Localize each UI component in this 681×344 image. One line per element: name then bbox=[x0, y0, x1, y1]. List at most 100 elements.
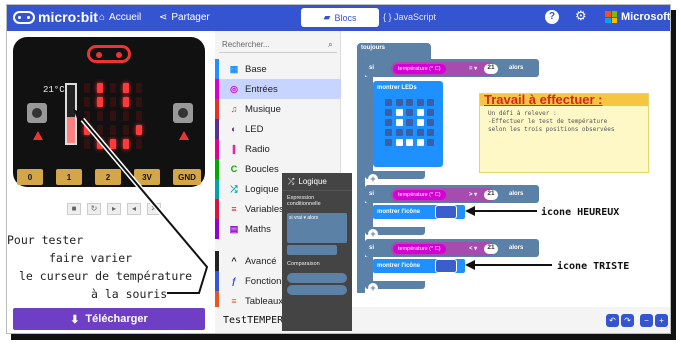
signal-icon: ∥ bbox=[231, 144, 237, 154]
target-icon: ◎ bbox=[230, 84, 238, 94]
comment-line-1: Un défi à relever : bbox=[488, 110, 557, 117]
braces-icon: { } bbox=[383, 12, 392, 22]
search-input[interactable]: Rechercher... ⌕ bbox=[219, 37, 337, 53]
download-icon: ⬇ bbox=[70, 313, 80, 326]
value-21[interactable]: 21 bbox=[484, 190, 498, 200]
category-3[interactable]: ◐ LED bbox=[215, 119, 341, 139]
account-label: Microsoft bbox=[621, 11, 671, 23]
pin-1[interactable]: 1 bbox=[56, 169, 82, 185]
category-label: Radio bbox=[245, 143, 270, 155]
edge-pins: 0 1 2 3V GND bbox=[13, 167, 205, 187]
app-logo-text: micro:bit bbox=[38, 9, 98, 25]
button-b[interactable] bbox=[173, 103, 193, 123]
category-1[interactable]: ◎ Entrées bbox=[215, 79, 341, 99]
instruction-note: Pour tester faire varier le curseur de t… bbox=[7, 231, 192, 303]
show-icon-label: montrer l'icône bbox=[377, 209, 421, 215]
category-label: Variables bbox=[245, 203, 284, 215]
happy-icon[interactable] bbox=[435, 205, 457, 219]
tab-blocks-label: Blocs bbox=[334, 12, 357, 23]
sound-icon[interactable]: ◂ bbox=[127, 203, 141, 215]
operator-eq[interactable]: = ▾ bbox=[469, 65, 477, 72]
temperature-sensor[interactable]: température (° C) bbox=[393, 64, 446, 74]
refresh-icon: C bbox=[230, 164, 238, 174]
sad-icon[interactable] bbox=[435, 259, 457, 273]
block-workspace[interactable]: toujours si température (° C) = ▾ 21 alo… bbox=[341, 31, 670, 307]
restart-icon[interactable]: ↻ bbox=[87, 203, 101, 215]
add-else-icon[interactable]: + bbox=[368, 229, 378, 239]
category-label: Tableaux bbox=[245, 295, 284, 307]
tab-javascript[interactable]: { } JavaScript bbox=[383, 12, 436, 22]
home-button[interactable]: ⌂ Accueil bbox=[99, 12, 141, 23]
search-placeholder: Rechercher... bbox=[222, 40, 270, 49]
zoom-out-icon[interactable]: − bbox=[640, 314, 653, 327]
add-else-icon[interactable]: + bbox=[368, 283, 378, 293]
temperature-slider[interactable] bbox=[65, 83, 77, 145]
led-matrix bbox=[83, 83, 143, 149]
tab-blocks[interactable]: ▰ Blocs bbox=[301, 8, 379, 27]
pin-0[interactable]: 0 bbox=[17, 169, 43, 185]
compare-eq-template[interactable] bbox=[287, 273, 347, 283]
note-line-3: le curseur de température bbox=[19, 269, 193, 283]
logic-flyout: ⤮ Logique Expression conditionnelle si v… bbox=[282, 173, 352, 331]
download-button[interactable]: ⬇ Télécharger bbox=[13, 308, 205, 330]
value-21[interactable]: 21 bbox=[484, 64, 498, 74]
annotation-sad: icone TRISTE bbox=[557, 261, 630, 272]
pin-3v[interactable]: 3V bbox=[134, 169, 160, 185]
category-4[interactable]: ∥ Radio bbox=[215, 139, 341, 159]
home-label: Accueil bbox=[109, 12, 142, 23]
comment-box[interactable]: Travail à effectuer : Un défi à relever … bbox=[479, 92, 649, 173]
operator-lt[interactable]: < ▾ bbox=[469, 245, 477, 252]
note-line-1: Pour tester bbox=[7, 233, 84, 247]
category-label: Musique bbox=[245, 103, 281, 115]
add-else-icon[interactable]: + bbox=[368, 174, 378, 184]
then-keyword: alors bbox=[509, 245, 524, 251]
app-logo[interactable]: micro:bit bbox=[13, 9, 98, 25]
share-icon: ⋖ bbox=[159, 12, 168, 23]
flyout-section-conditional: Expression conditionnelle bbox=[287, 195, 321, 207]
button-a[interactable] bbox=[27, 103, 47, 123]
gear-icon[interactable]: ⚙ bbox=[575, 8, 587, 24]
microsoft-logo-icon bbox=[605, 11, 617, 23]
zoom-in-icon[interactable]: + bbox=[655, 314, 668, 327]
share-button[interactable]: ⋖ Partager bbox=[159, 12, 210, 23]
else-block-template[interactable] bbox=[287, 245, 337, 255]
stop-icon[interactable]: ■ bbox=[67, 203, 81, 215]
help-icon[interactable]: ? bbox=[545, 10, 559, 24]
flyout-title: Logique bbox=[298, 177, 327, 186]
top-bar: micro:bit ⌂ Accueil ⋖ Partager ▰ Blocs {… bbox=[7, 5, 670, 31]
pin-2[interactable]: 2 bbox=[95, 169, 121, 185]
function-icon: ƒ bbox=[231, 276, 237, 286]
comment-title: Travail à effectuer : bbox=[484, 92, 603, 107]
value-21[interactable]: 21 bbox=[484, 244, 498, 254]
category-label: Logique bbox=[245, 183, 279, 195]
temperature-sensor[interactable]: température (° C) bbox=[393, 244, 446, 254]
grid-icon: ▦ bbox=[229, 64, 239, 74]
toggle-icon: ◐ bbox=[231, 124, 237, 134]
temperature-readout: 21°C bbox=[43, 85, 65, 95]
temperature-sensor[interactable]: température (° C) bbox=[393, 190, 446, 200]
category-label: Base bbox=[245, 63, 267, 75]
chevron-up-icon: ^ bbox=[231, 256, 237, 266]
pin-gnd[interactable]: GND bbox=[173, 169, 201, 185]
category-label: Fonctions bbox=[245, 275, 287, 287]
compare-lt-template[interactable] bbox=[287, 285, 347, 295]
category-label: Boucles bbox=[245, 163, 279, 175]
download-label: Télécharger bbox=[85, 313, 148, 325]
fullscreen-icon[interactable]: ✕ bbox=[147, 203, 161, 215]
operator-gt[interactable]: > ▾ bbox=[469, 191, 477, 198]
microsoft-account[interactable]: Microsoft bbox=[605, 11, 671, 23]
if-block-template[interactable]: si vrai ▾ alors bbox=[287, 213, 347, 243]
microbit-logo-icon bbox=[13, 10, 35, 24]
category-0[interactable]: ▦ Base bbox=[215, 59, 341, 79]
if-keyword: si bbox=[369, 245, 375, 251]
redo-icon[interactable]: ↷ bbox=[621, 314, 634, 327]
slowmo-icon[interactable]: ▸ bbox=[107, 203, 121, 215]
temperature-slider-fill bbox=[67, 116, 75, 143]
list-icon: ≡ bbox=[231, 204, 237, 214]
led-editor[interactable] bbox=[385, 99, 435, 146]
shuffle-icon: ⤮ bbox=[288, 176, 295, 186]
note-line-4: à la souris bbox=[91, 287, 168, 301]
category-label: Maths bbox=[245, 223, 271, 235]
undo-icon[interactable]: ↶ bbox=[606, 314, 619, 327]
category-2[interactable]: ♫ Musique bbox=[215, 99, 341, 119]
